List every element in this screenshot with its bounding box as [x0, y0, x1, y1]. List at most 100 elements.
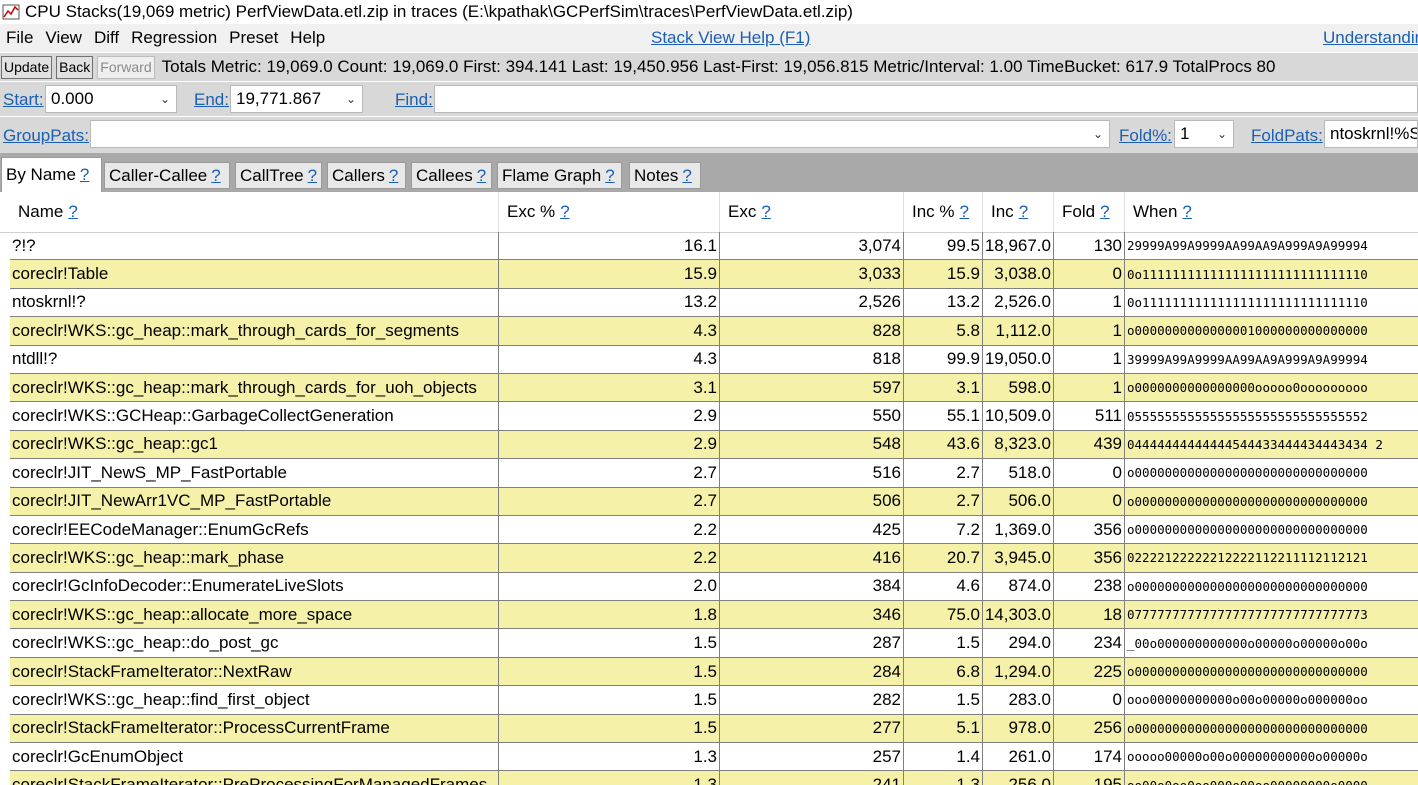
forward-button[interactable]: Forward — [97, 55, 155, 79]
tab-help-link[interactable]: ? — [477, 166, 486, 186]
column-help-link[interactable]: ? — [1100, 202, 1109, 222]
table-row[interactable]: ntdll!? 4.3 818 99.9 19,050.0 1 39999A99A9999A… — [10, 345, 1418, 374]
cell-fold: 1 — [1054, 345, 1125, 373]
column-header-inc-percent[interactable]: Inc %? — [904, 192, 983, 232]
table-row[interactable]: coreclr!WKS::gc_heap::do_post_gc 1.5 287 1.… — [10, 629, 1418, 658]
cell-excp: 1.5 — [499, 629, 720, 657]
cell-incp: 4.6 — [904, 572, 983, 601]
table-row[interactable]: coreclr!WKS::gc_heap::mark_phase 2.2 416 20… — [10, 544, 1418, 573]
cell-inc: 8,323.0 — [983, 430, 1054, 459]
menu-diff[interactable]: Diff — [88, 28, 125, 48]
menu-regression[interactable]: Regression — [125, 28, 223, 48]
table-row[interactable]: coreclr!GcInfoDecoder::EnumerateLiveSlot… — [10, 572, 1418, 602]
tab-help-link[interactable]: ? — [308, 166, 317, 186]
menu-help[interactable]: Help — [284, 28, 331, 48]
grouppats-label[interactable]: GroupPats: — [3, 126, 89, 146]
table-row[interactable]: coreclr!WKS::gc_heap::find_first_object 1… — [10, 686, 1418, 715]
tab-callees[interactable]: Callees? — [411, 162, 492, 189]
foldpats-label[interactable]: FoldPats: — [1251, 126, 1323, 146]
menu-view[interactable]: View — [39, 28, 88, 48]
table-row[interactable]: coreclr!WKS::GCHeap::GarbageCollectGener… — [10, 402, 1418, 431]
cell-name: coreclr!StackFrameIterator::ProcessCurre… — [10, 714, 499, 743]
tab-caller-callee[interactable]: Caller-Callee? — [104, 162, 230, 189]
fold-percent-label[interactable]: Fold%: — [1119, 126, 1172, 146]
cell-fold: 1 — [1054, 373, 1125, 402]
tab-callers[interactable]: Callers? — [327, 162, 406, 189]
table-row[interactable]: coreclr!JIT_NewS_MP_FastPortable 2.7 516 2.… — [10, 459, 1418, 488]
start-combo[interactable]: 0.000 ⌄ — [45, 85, 177, 113]
menu-file[interactable]: File — [0, 28, 39, 48]
understanding-link[interactable]: Understanding — [1323, 28, 1418, 48]
tab-notes[interactable]: Notes? — [629, 162, 701, 189]
column-header-exc-percent[interactable]: Exc %? — [499, 192, 720, 232]
table-row[interactable]: coreclr!StackFrameIterator::PreProcessin… — [10, 771, 1418, 785]
column-header-fold[interactable]: Fold? — [1054, 192, 1125, 232]
tab-help-link[interactable]: ? — [605, 166, 614, 186]
column-help-link[interactable]: ? — [68, 202, 77, 222]
back-button[interactable]: Back — [56, 55, 94, 79]
cell-when: 39999A99A9999AA99AA9A999A9A99994 — [1127, 351, 1368, 367]
cell-incp: 3.1 — [904, 373, 983, 402]
table-row[interactable]: ?!? 16.1 3,074 99.5 18,967.0 130 29999A99A9999… — [10, 232, 1418, 261]
cell-exc: 284 — [720, 657, 904, 686]
end-combo[interactable]: 19,771.867 ⌄ — [230, 85, 363, 113]
fold-percent-combo[interactable]: 1 ⌄ — [1174, 120, 1234, 148]
cell-incp: 13.2 — [904, 288, 983, 317]
tab-help-link[interactable]: ? — [211, 166, 220, 186]
foldpats-combo[interactable]: ntoskrnl!%ServiceCopyEnd — [1324, 120, 1418, 148]
cell-when: 0o111111111111111111111111111110 — [1127, 294, 1368, 310]
cell-fold: 256 — [1054, 714, 1125, 743]
cell-fold: 0 — [1054, 487, 1125, 515]
tab-help-link[interactable]: ? — [682, 166, 691, 186]
table-row[interactable]: ntoskrnl!? 13.2 2,526 13.2 2,526.0 1 0o1111111… — [10, 288, 1418, 318]
tab-flame-graph[interactable]: Flame Graph? — [497, 162, 622, 189]
cell-excp: 1.5 — [499, 657, 720, 686]
cell-incp: 5.8 — [904, 317, 983, 345]
column-header-exc[interactable]: Exc? — [720, 192, 904, 232]
table-row[interactable]: coreclr!JIT_NewArr1VC_MP_FastPortable 2.7… — [10, 487, 1418, 516]
find-input[interactable] — [434, 85, 1418, 113]
grouppats-combo[interactable]: ⌄ — [90, 120, 1110, 148]
stack-view-help-link[interactable]: Stack View Help (F1) — [651, 28, 810, 48]
cell-inc: 256.0 — [983, 771, 1054, 785]
tab-by-name[interactable]: By Name? — [1, 157, 102, 192]
column-help-link[interactable]: ? — [560, 202, 569, 222]
table-row[interactable]: coreclr!StackFrameIterator::NextRaw 1.5 28… — [10, 657, 1418, 687]
column-help-link[interactable]: ? — [1019, 202, 1028, 222]
column-header-inc[interactable]: Inc? — [983, 192, 1054, 232]
column-help-link[interactable]: ? — [1182, 202, 1191, 222]
table-row[interactable]: coreclr!GcEnumObject 1.3 257 1.4 261.0 174 ooo… — [10, 743, 1418, 772]
table-row[interactable]: coreclr!WKS::gc_heap::gc1 2.9 548 43.6 8,323… — [10, 430, 1418, 460]
column-help-link[interactable]: ? — [960, 202, 969, 222]
tab-calltree[interactable]: CallTree? — [235, 162, 322, 189]
chevron-down-icon[interactable]: ⌄ — [340, 92, 362, 106]
end-label[interactable]: End: — [194, 90, 229, 110]
cell-excp: 1.3 — [499, 771, 720, 785]
chevron-down-icon[interactable]: ⌄ — [1087, 127, 1109, 141]
column-header-name[interactable]: Name? — [10, 192, 499, 232]
cell-inc: 978.0 — [983, 714, 1054, 743]
table-row[interactable]: coreclr!StackFrameIterator::ProcessCurre… — [10, 714, 1418, 744]
cell-inc: 598.0 — [983, 373, 1054, 402]
cell-exc: 425 — [720, 515, 904, 544]
column-header-when[interactable]: When? — [1125, 192, 1418, 232]
table-row[interactable]: coreclr!EECodeManager::EnumGcRefs 2.2 425 7… — [10, 515, 1418, 545]
tab-help-link[interactable]: ? — [80, 165, 89, 185]
cell-name: coreclr!JIT_NewS_MP_FastPortable — [10, 459, 499, 487]
cell-inc: 1,294.0 — [983, 657, 1054, 686]
column-help-link[interactable]: ? — [761, 202, 770, 222]
cell-inc: 283.0 — [983, 686, 1054, 714]
cell-inc: 1,112.0 — [983, 317, 1054, 345]
update-button[interactable]: Update — [1, 55, 53, 79]
table-row[interactable]: coreclr!WKS::gc_heap::mark_through_cards… — [10, 373, 1418, 403]
tab-help-link[interactable]: ? — [389, 166, 398, 186]
chevron-down-icon[interactable]: ⌄ — [154, 92, 176, 106]
menu-preset[interactable]: Preset — [223, 28, 284, 48]
find-label[interactable]: Find: — [395, 90, 433, 110]
end-value: 19,771.867 — [236, 89, 322, 108]
table-row[interactable]: coreclr!Table 15.9 3,033 15.9 3,038.0 0 0o1111… — [10, 260, 1418, 289]
table-row[interactable]: coreclr!WKS::gc_heap::mark_through_cards… — [10, 317, 1418, 346]
chevron-down-icon[interactable]: ⌄ — [1211, 127, 1233, 141]
start-label[interactable]: Start: — [3, 90, 44, 110]
table-row[interactable]: coreclr!WKS::gc_heap::allocate_more_spac… — [10, 601, 1418, 630]
